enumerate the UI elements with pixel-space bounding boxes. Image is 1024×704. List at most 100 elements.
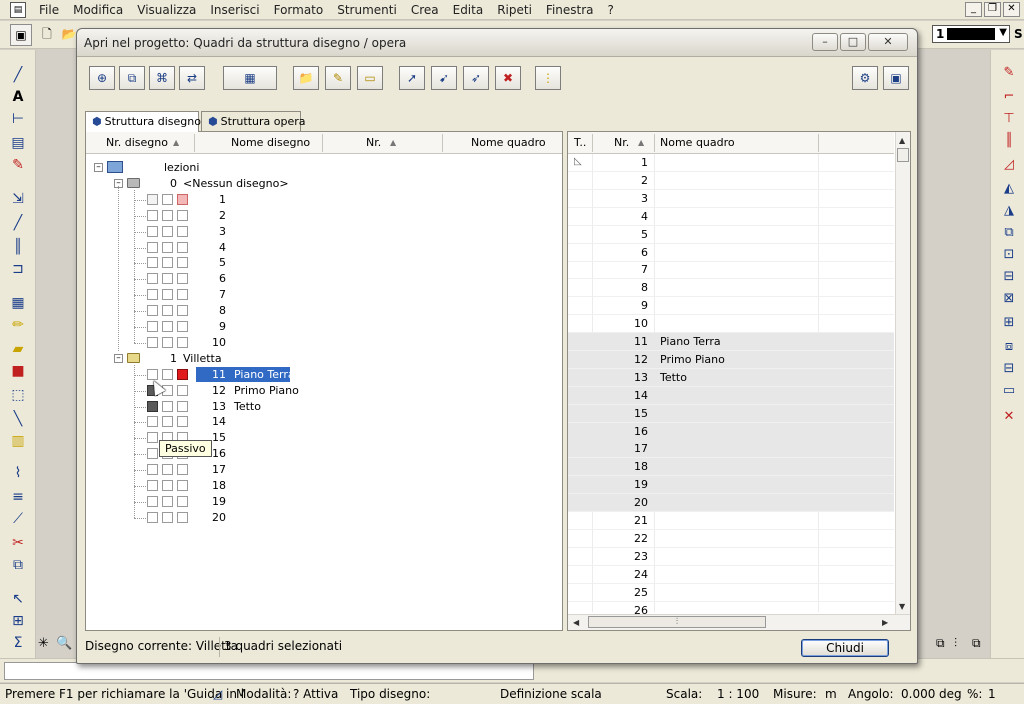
dialog-minimize-button[interactable]: – — [812, 33, 838, 51]
duplicate-icon[interactable]: ⧉ — [999, 224, 1019, 242]
header-nome-quadro[interactable]: Nome quadro — [471, 136, 546, 149]
passive-checkbox[interactable] — [147, 289, 158, 301]
sheet-number[interactable]: 14 — [196, 415, 226, 428]
join-icon[interactable]: ⊟ — [999, 268, 1019, 286]
sheet-number[interactable]: 6 — [196, 272, 226, 285]
group-name[interactable]: <Nessun disegno> — [183, 177, 289, 190]
tab-struttura-opera[interactable]: ⬢ Struttura opera — [201, 111, 306, 131]
header-divider[interactable] — [442, 134, 443, 152]
align-tool-icon[interactable]: ≡ — [8, 488, 28, 506]
checkbox[interactable] — [177, 464, 188, 476]
sheet-number[interactable]: 7 — [196, 288, 226, 301]
checkbox[interactable] — [177, 511, 188, 523]
dialog-close-button[interactable]: ✕ — [868, 33, 908, 51]
split-icon[interactable]: ⊠ — [999, 290, 1019, 308]
collapse-toggle[interactable]: – — [94, 163, 103, 172]
mirror-copy-icon[interactable]: ◮ — [999, 202, 1019, 220]
checkbox[interactable] — [162, 209, 173, 221]
status-misure-value[interactable]: m — [825, 687, 837, 701]
horizontal-scrollbar[interactable]: ◀ ⫶ ▶ — [568, 614, 910, 630]
table-row[interactable]: 3 — [568, 190, 894, 208]
vertical-scrollbar[interactable]: ▲ ▼ — [895, 132, 910, 614]
header-divider[interactable] — [592, 134, 593, 152]
copy-tool-icon[interactable]: ⊞ — [8, 612, 28, 630]
passive-checkbox[interactable] — [147, 432, 158, 444]
edit-folder-icon[interactable]: ✎ — [325, 66, 351, 90]
table-row[interactable]: 23 — [568, 548, 894, 566]
checkbox[interactable] — [162, 416, 173, 428]
dialog-titlebar[interactable]: Apri nel progetto: Quadri da struttura d… — [77, 29, 917, 57]
assign-pin-icon[interactable]: ➚ — [399, 66, 425, 90]
scale-edit-icon[interactable]: ◿ — [999, 156, 1019, 174]
table-row[interactable]: 10 — [568, 315, 894, 334]
checkbox[interactable] — [162, 193, 173, 205]
checkbox[interactable] — [177, 225, 188, 237]
sum-tool-icon[interactable]: Σ — [8, 634, 28, 652]
checkbox[interactable] — [177, 368, 188, 380]
stack-tool-icon[interactable]: ▥ — [8, 432, 28, 450]
checkbox[interactable] — [177, 321, 188, 332]
menu-strumenti[interactable]: Strumenti — [330, 3, 404, 17]
table-row[interactable]: 9 — [568, 297, 894, 316]
delete-icon[interactable]: ✕ — [999, 408, 1019, 426]
scroll-left-icon[interactable]: ◀ — [573, 618, 579, 627]
multiline-tool-icon[interactable]: ║ — [8, 238, 28, 256]
table-row[interactable]: 25 — [568, 584, 894, 602]
sheet-number[interactable]: 2 — [196, 209, 226, 222]
sheet-number[interactable]: 8 — [196, 304, 226, 317]
menu-inserisci[interactable]: Inserisci — [203, 3, 266, 17]
table-row[interactable]: 7 — [568, 261, 894, 280]
passive-checkbox[interactable] — [147, 321, 158, 332]
passive-checkbox[interactable] — [147, 480, 158, 491]
sheet-number[interactable]: 5 — [196, 256, 226, 269]
mirror-icon[interactable]: ◭ — [999, 180, 1019, 198]
table-row[interactable]: ◺ 1 — [568, 154, 894, 172]
sheet-number[interactable]: 17 — [196, 463, 226, 476]
assign-pin-edit-icon[interactable]: ➶ — [463, 66, 489, 90]
structure-icon[interactable]: ▦ — [223, 66, 277, 90]
text-tool-icon[interactable]: A — [8, 88, 28, 106]
checkbox[interactable] — [177, 241, 188, 253]
menu-file[interactable]: File — [32, 3, 66, 17]
checkbox[interactable] — [162, 257, 173, 269]
checkbox[interactable] — [177, 400, 188, 412]
open-project-icon[interactable]: ▣ — [10, 24, 32, 46]
binoculars-icon[interactable]: ⌘ — [149, 66, 175, 90]
sheet-number[interactable]: 12 — [196, 384, 226, 397]
layer-tool-icon[interactable]: ▦ — [8, 294, 28, 312]
array-icon[interactable]: ⊟ — [999, 360, 1019, 378]
passive-checkbox[interactable] — [147, 400, 158, 412]
menu-finestra[interactable]: Finestra — [539, 3, 601, 17]
assign-pin-remove-icon[interactable]: ✖ — [495, 66, 521, 90]
menu-formato[interactable]: Formato — [267, 3, 331, 17]
checkbox[interactable] — [177, 193, 188, 205]
checkbox[interactable] — [162, 225, 173, 237]
sheet-name[interactable]: Piano Terra — [234, 368, 295, 381]
collapse-toggle[interactable]: – — [114, 353, 123, 363]
frame-icon[interactable]: ▭ — [999, 382, 1019, 400]
swap-icon[interactable]: ⇄ — [179, 66, 205, 90]
checkbox[interactable] — [162, 305, 173, 317]
checkbox[interactable] — [177, 384, 188, 396]
sheet-number[interactable]: 4 — [196, 241, 226, 254]
sheet-number[interactable]: 9 — [196, 320, 226, 333]
sheet-name[interactable]: Tetto — [234, 400, 261, 413]
header-nr[interactable]: Nr. — [614, 136, 629, 149]
brush-tool-icon[interactable]: ▰ — [8, 340, 28, 358]
split-view-icon[interactable]: ⫶ — [954, 636, 957, 651]
passive-checkbox[interactable] — [147, 336, 158, 348]
checkbox[interactable] — [162, 273, 173, 285]
checkbox[interactable] — [177, 416, 188, 428]
passive-checkbox[interactable] — [147, 241, 158, 253]
table-row[interactable]: 16 — [568, 422, 894, 441]
pipette-tool-icon[interactable]: ⌇ — [8, 464, 28, 482]
menu-ripeti[interactable]: Ripeti — [490, 3, 539, 17]
checkbox[interactable] — [162, 495, 173, 507]
header-divider[interactable] — [654, 134, 655, 152]
status-scala-value[interactable]: 1 : 100 — [717, 687, 759, 701]
menu-help[interactable]: ? — [601, 3, 621, 17]
sheet-number[interactable]: 11 — [196, 368, 226, 381]
checkbox[interactable] — [162, 400, 173, 412]
tab-struttura-disegno[interactable]: ⬢ Struttura disegno — [85, 111, 201, 132]
parallel-edit-icon[interactable]: ║ — [999, 132, 1019, 150]
